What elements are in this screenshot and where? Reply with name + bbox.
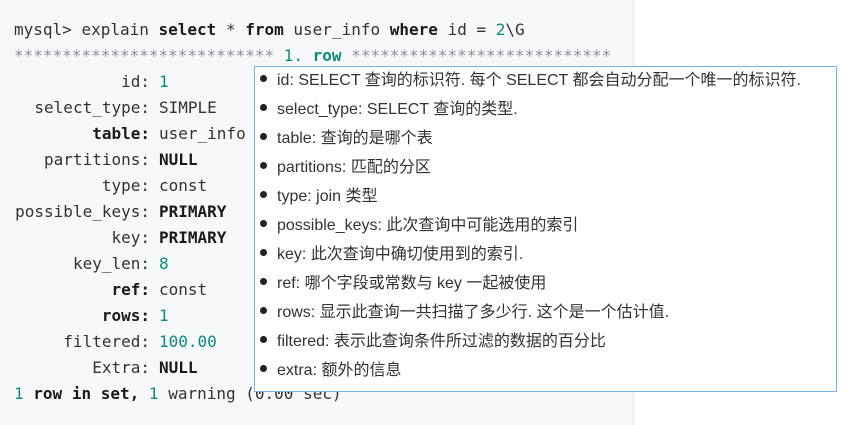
result-key: key_len: bbox=[72, 254, 150, 273]
tooltip-list-item: type: join 类型 bbox=[260, 183, 378, 211]
tooltip-item-text: filtered: 表示此查询条件所过滤的数据的百分比 bbox=[277, 333, 606, 350]
result-key: ref: bbox=[111, 280, 150, 299]
bullet-icon bbox=[260, 336, 267, 344]
tooltip-item-text: select_type: SELECT 查询的类型. bbox=[277, 101, 518, 118]
bullet-icon bbox=[260, 307, 267, 315]
tooltip-list-item: rows: 显示此查询一共扫描了多少行. 这个是一个估计值. bbox=[260, 299, 669, 327]
tooltip-list-item: key: 此次查询中确切使用到的索引. bbox=[260, 241, 523, 269]
result-key: partitions: bbox=[44, 150, 150, 169]
command-line: mysql> explain select * from user_info w… bbox=[14, 20, 525, 39]
result-value: 1 bbox=[159, 306, 169, 325]
result-key: possible_keys: bbox=[15, 202, 150, 221]
result-value: const bbox=[159, 176, 208, 195]
tooltip-item-text: partitions: 匹配的分区 bbox=[277, 159, 431, 176]
result-key: type: bbox=[101, 176, 150, 195]
result-value: const bbox=[159, 280, 208, 299]
column-description-tooltip: id: SELECT 查询的标识符. 每个 SELECT 都会自动分配一个唯一的… bbox=[254, 66, 837, 392]
result-key: id: bbox=[121, 72, 150, 91]
tooltip-item-text: id: SELECT 查询的标识符. 每个 SELECT 都会自动分配一个唯一的… bbox=[277, 72, 801, 89]
bullet-icon bbox=[260, 249, 267, 257]
bullet-icon bbox=[260, 220, 267, 228]
tooltip-item-text: possible_keys: 此次查询中可能选用的索引 bbox=[277, 217, 579, 234]
tooltip-list-item: select_type: SELECT 查询的类型. bbox=[260, 96, 518, 124]
tooltip-list-item: filtered: 表示此查询条件所过滤的数据的百分比 bbox=[260, 328, 606, 356]
result-key: filtered: bbox=[63, 332, 150, 351]
result-value: 8 bbox=[159, 254, 169, 273]
bullet-icon bbox=[260, 278, 267, 286]
result-key: table: bbox=[92, 124, 150, 143]
result-value: NULL bbox=[159, 150, 198, 169]
bullet-icon bbox=[260, 133, 267, 141]
tooltip-item-text: type: join 类型 bbox=[277, 188, 378, 205]
result-key: select_type: bbox=[34, 98, 150, 117]
tooltip-list-item: ref: 哪个字段或常数与 key 一起被使用 bbox=[260, 270, 546, 298]
result-value: PRIMARY bbox=[159, 228, 227, 247]
result-value: 1 bbox=[159, 72, 169, 91]
bullet-icon bbox=[260, 104, 267, 112]
result-key: key: bbox=[111, 228, 150, 247]
result-value: PRIMARY bbox=[159, 202, 227, 221]
result-key: Extra: bbox=[92, 358, 150, 377]
result-value: SIMPLE bbox=[159, 98, 217, 117]
tooltip-list-item: id: SELECT 查询的标识符. 每个 SELECT 都会自动分配一个唯一的… bbox=[260, 67, 801, 95]
tooltip-item-text: extra: 额外的信息 bbox=[277, 362, 402, 379]
prompt: mysql> bbox=[14, 20, 72, 39]
tooltip-list-item: table: 查询的是哪个表 bbox=[260, 125, 433, 153]
result-value: 100.00 bbox=[159, 332, 217, 351]
bullet-icon bbox=[260, 191, 267, 199]
result-key: rows: bbox=[101, 306, 150, 325]
tooltip-list-item: extra: 额外的信息 bbox=[260, 357, 401, 385]
tooltip-item-text: table: 查询的是哪个表 bbox=[277, 130, 433, 147]
tooltip-item-text: ref: 哪个字段或常数与 key 一起被使用 bbox=[277, 275, 547, 292]
result-value: user_info bbox=[159, 124, 246, 143]
bullet-icon bbox=[260, 365, 267, 373]
tooltip-list-item: partitions: 匹配的分区 bbox=[260, 154, 431, 182]
bullet-icon bbox=[260, 162, 267, 170]
tooltip-item-text: key: 此次查询中确切使用到的索引. bbox=[277, 246, 524, 263]
tooltip-item-text: rows: 显示此查询一共扫描了多少行. 这个是一个估计值. bbox=[277, 304, 670, 321]
bullet-icon bbox=[260, 75, 267, 83]
result-value: NULL bbox=[159, 358, 198, 377]
tooltip-list-item: possible_keys: 此次查询中可能选用的索引 bbox=[260, 212, 578, 240]
